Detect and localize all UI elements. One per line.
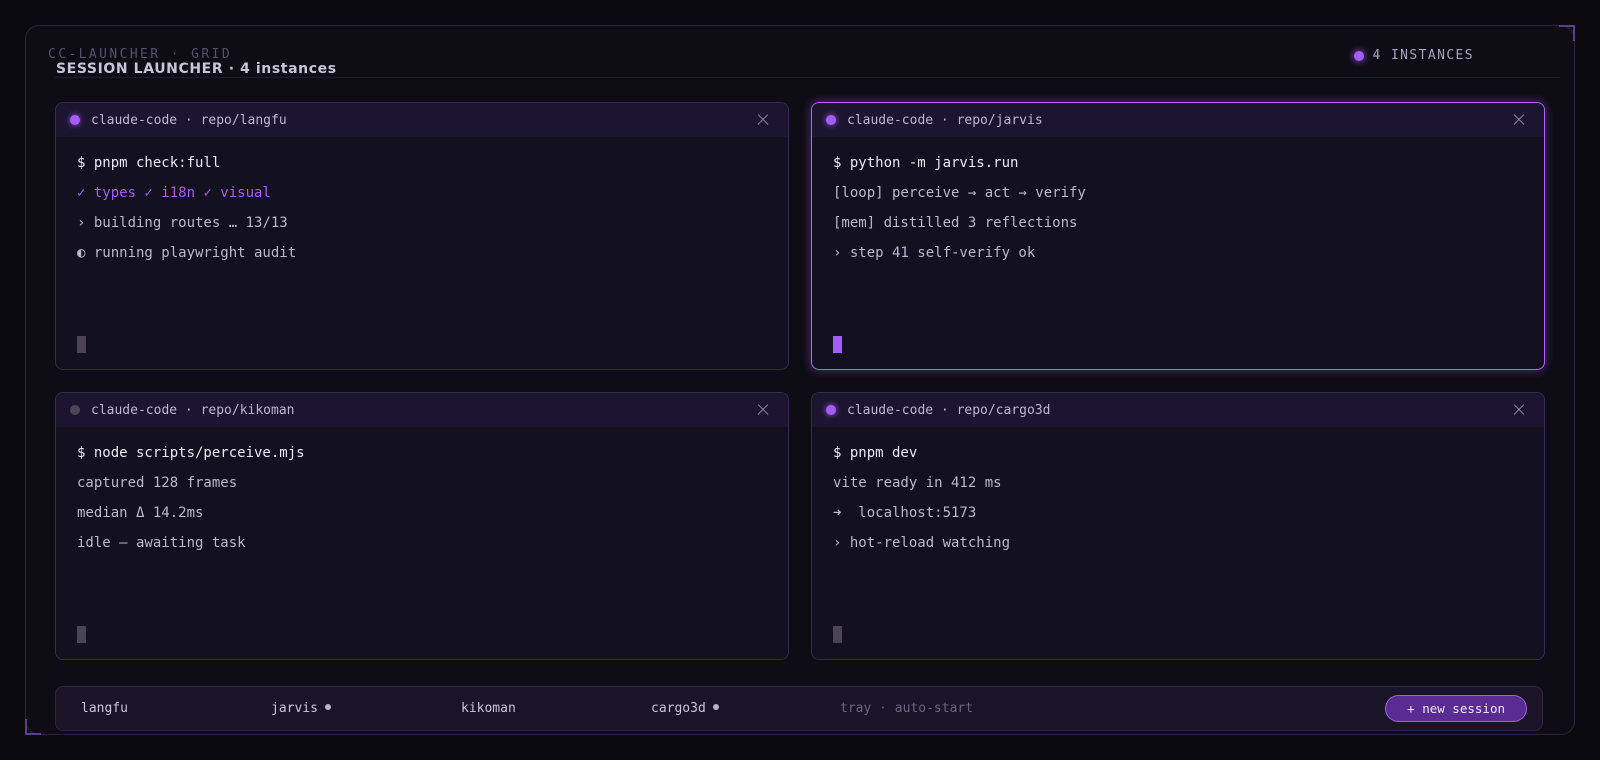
status-dot-icon	[826, 115, 836, 125]
terminal-line: captured 128 frames	[77, 475, 238, 491]
terminal-line: ➜ localhost:5173	[833, 505, 977, 521]
terminal-line: ✓ types ✓ i18n ✓ visual	[77, 185, 271, 201]
status-dot-icon	[826, 405, 836, 415]
taskbar-item-langfu[interactable]: langfu	[81, 701, 128, 716]
terminal-output: $ pnpm check:full ✓ types ✓ i18n ✓ visua…	[56, 137, 788, 275]
taskbar-item-label: langfu	[81, 701, 128, 716]
terminal-line: [loop] perceive → act → verify	[833, 185, 1086, 201]
terminal-pane-langfu[interactable]: claude-code · repo/langfu $ pnpm check:f…	[55, 102, 789, 370]
close-icon[interactable]	[752, 399, 774, 421]
pane-header: claude-code · repo/langfu	[56, 103, 788, 137]
terminal-cursor	[833, 626, 842, 643]
terminal-line: median Δ 14.2ms	[77, 505, 204, 521]
terminal-cursor	[77, 336, 86, 353]
taskbar-item-kikoman[interactable]: kikoman	[461, 701, 516, 716]
pane-header: claude-code · repo/kikoman	[56, 393, 788, 427]
page-title: SESSION LAUNCHER · 4 instances	[56, 61, 337, 77]
pane-title: claude-code · repo/langfu	[91, 112, 287, 128]
terminal-pane-kikoman[interactable]: claude-code · repo/kikoman $ node script…	[55, 392, 789, 660]
close-icon[interactable]	[1508, 109, 1530, 131]
instance-count-badge: 4 INSTANCES	[1353, 48, 1475, 63]
taskbar-item-jarvis[interactable]: jarvis	[271, 701, 331, 716]
status-dot-icon	[70, 115, 80, 125]
terminal-pane-jarvis[interactable]: claude-code · repo/jarvis $ python -m ja…	[811, 102, 1545, 370]
terminal-line: $ pnpm dev	[833, 445, 918, 461]
terminal-cursor	[77, 626, 86, 643]
terminal-line: [mem] distilled 3 reflections	[833, 215, 1078, 231]
terminal-line: $ node scripts/perceive.mjs	[77, 445, 305, 461]
activity-dot-icon	[712, 704, 719, 710]
terminal-line: vite ready in 412 ms	[833, 475, 1002, 491]
status-dot-icon	[1353, 50, 1364, 61]
pane-title: claude-code · repo/cargo3d	[847, 402, 1051, 418]
status-dot-icon	[70, 405, 80, 415]
terminal-line: ◐ running playwright audit	[77, 245, 297, 261]
close-icon[interactable]	[1508, 399, 1530, 421]
pane-header: claude-code · repo/jarvis	[812, 103, 1544, 137]
terminal-line: $ python -m jarvis.run	[833, 155, 1019, 171]
terminal-line: › step 41 self-verify ok	[833, 245, 1036, 261]
taskbar-item-label: kikoman	[461, 701, 516, 716]
terminal-pane-cargo3d[interactable]: claude-code · repo/cargo3d $ pnpm dev vi…	[811, 392, 1545, 660]
taskbar-item-label: jarvis	[271, 701, 318, 716]
frame-corner-accent	[25, 719, 41, 735]
taskbar-item-cargo3d[interactable]: cargo3d	[651, 701, 719, 716]
terminal-line: $ pnpm check:full	[77, 155, 221, 171]
pane-title: claude-code · repo/jarvis	[847, 112, 1043, 128]
pane-header: claude-code · repo/cargo3d	[812, 393, 1544, 427]
tray-note: tray · auto-start	[840, 701, 974, 716]
pane-title: claude-code · repo/kikoman	[91, 402, 295, 418]
terminal-output: $ python -m jarvis.run [loop] perceive →…	[812, 137, 1544, 275]
terminal-line: idle — awaiting task	[77, 535, 246, 551]
close-icon[interactable]	[752, 109, 774, 131]
terminal-output: $ pnpm dev vite ready in 412 ms ➜ localh…	[812, 427, 1544, 565]
activity-dot-icon	[324, 704, 331, 710]
instance-count-label: 4 INSTANCES	[1372, 48, 1474, 63]
terminal-line: › hot-reload watching	[833, 535, 1011, 551]
terminal-output: $ node scripts/perceive.mjs captured 128…	[56, 427, 788, 565]
terminal-cursor	[833, 336, 842, 353]
frame-corner-accent	[1559, 25, 1575, 41]
header-divider	[55, 77, 1560, 78]
app-kicker: CC-LAUNCHER · GRID	[48, 47, 233, 62]
terminal-line: › building routes … 13/13	[77, 215, 288, 231]
new-session-button[interactable]: + new session	[1385, 695, 1527, 722]
session-taskbar: langfu jarvis kikoman cargo3d tray · aut…	[55, 686, 1543, 731]
taskbar-item-label: cargo3d	[651, 701, 706, 716]
